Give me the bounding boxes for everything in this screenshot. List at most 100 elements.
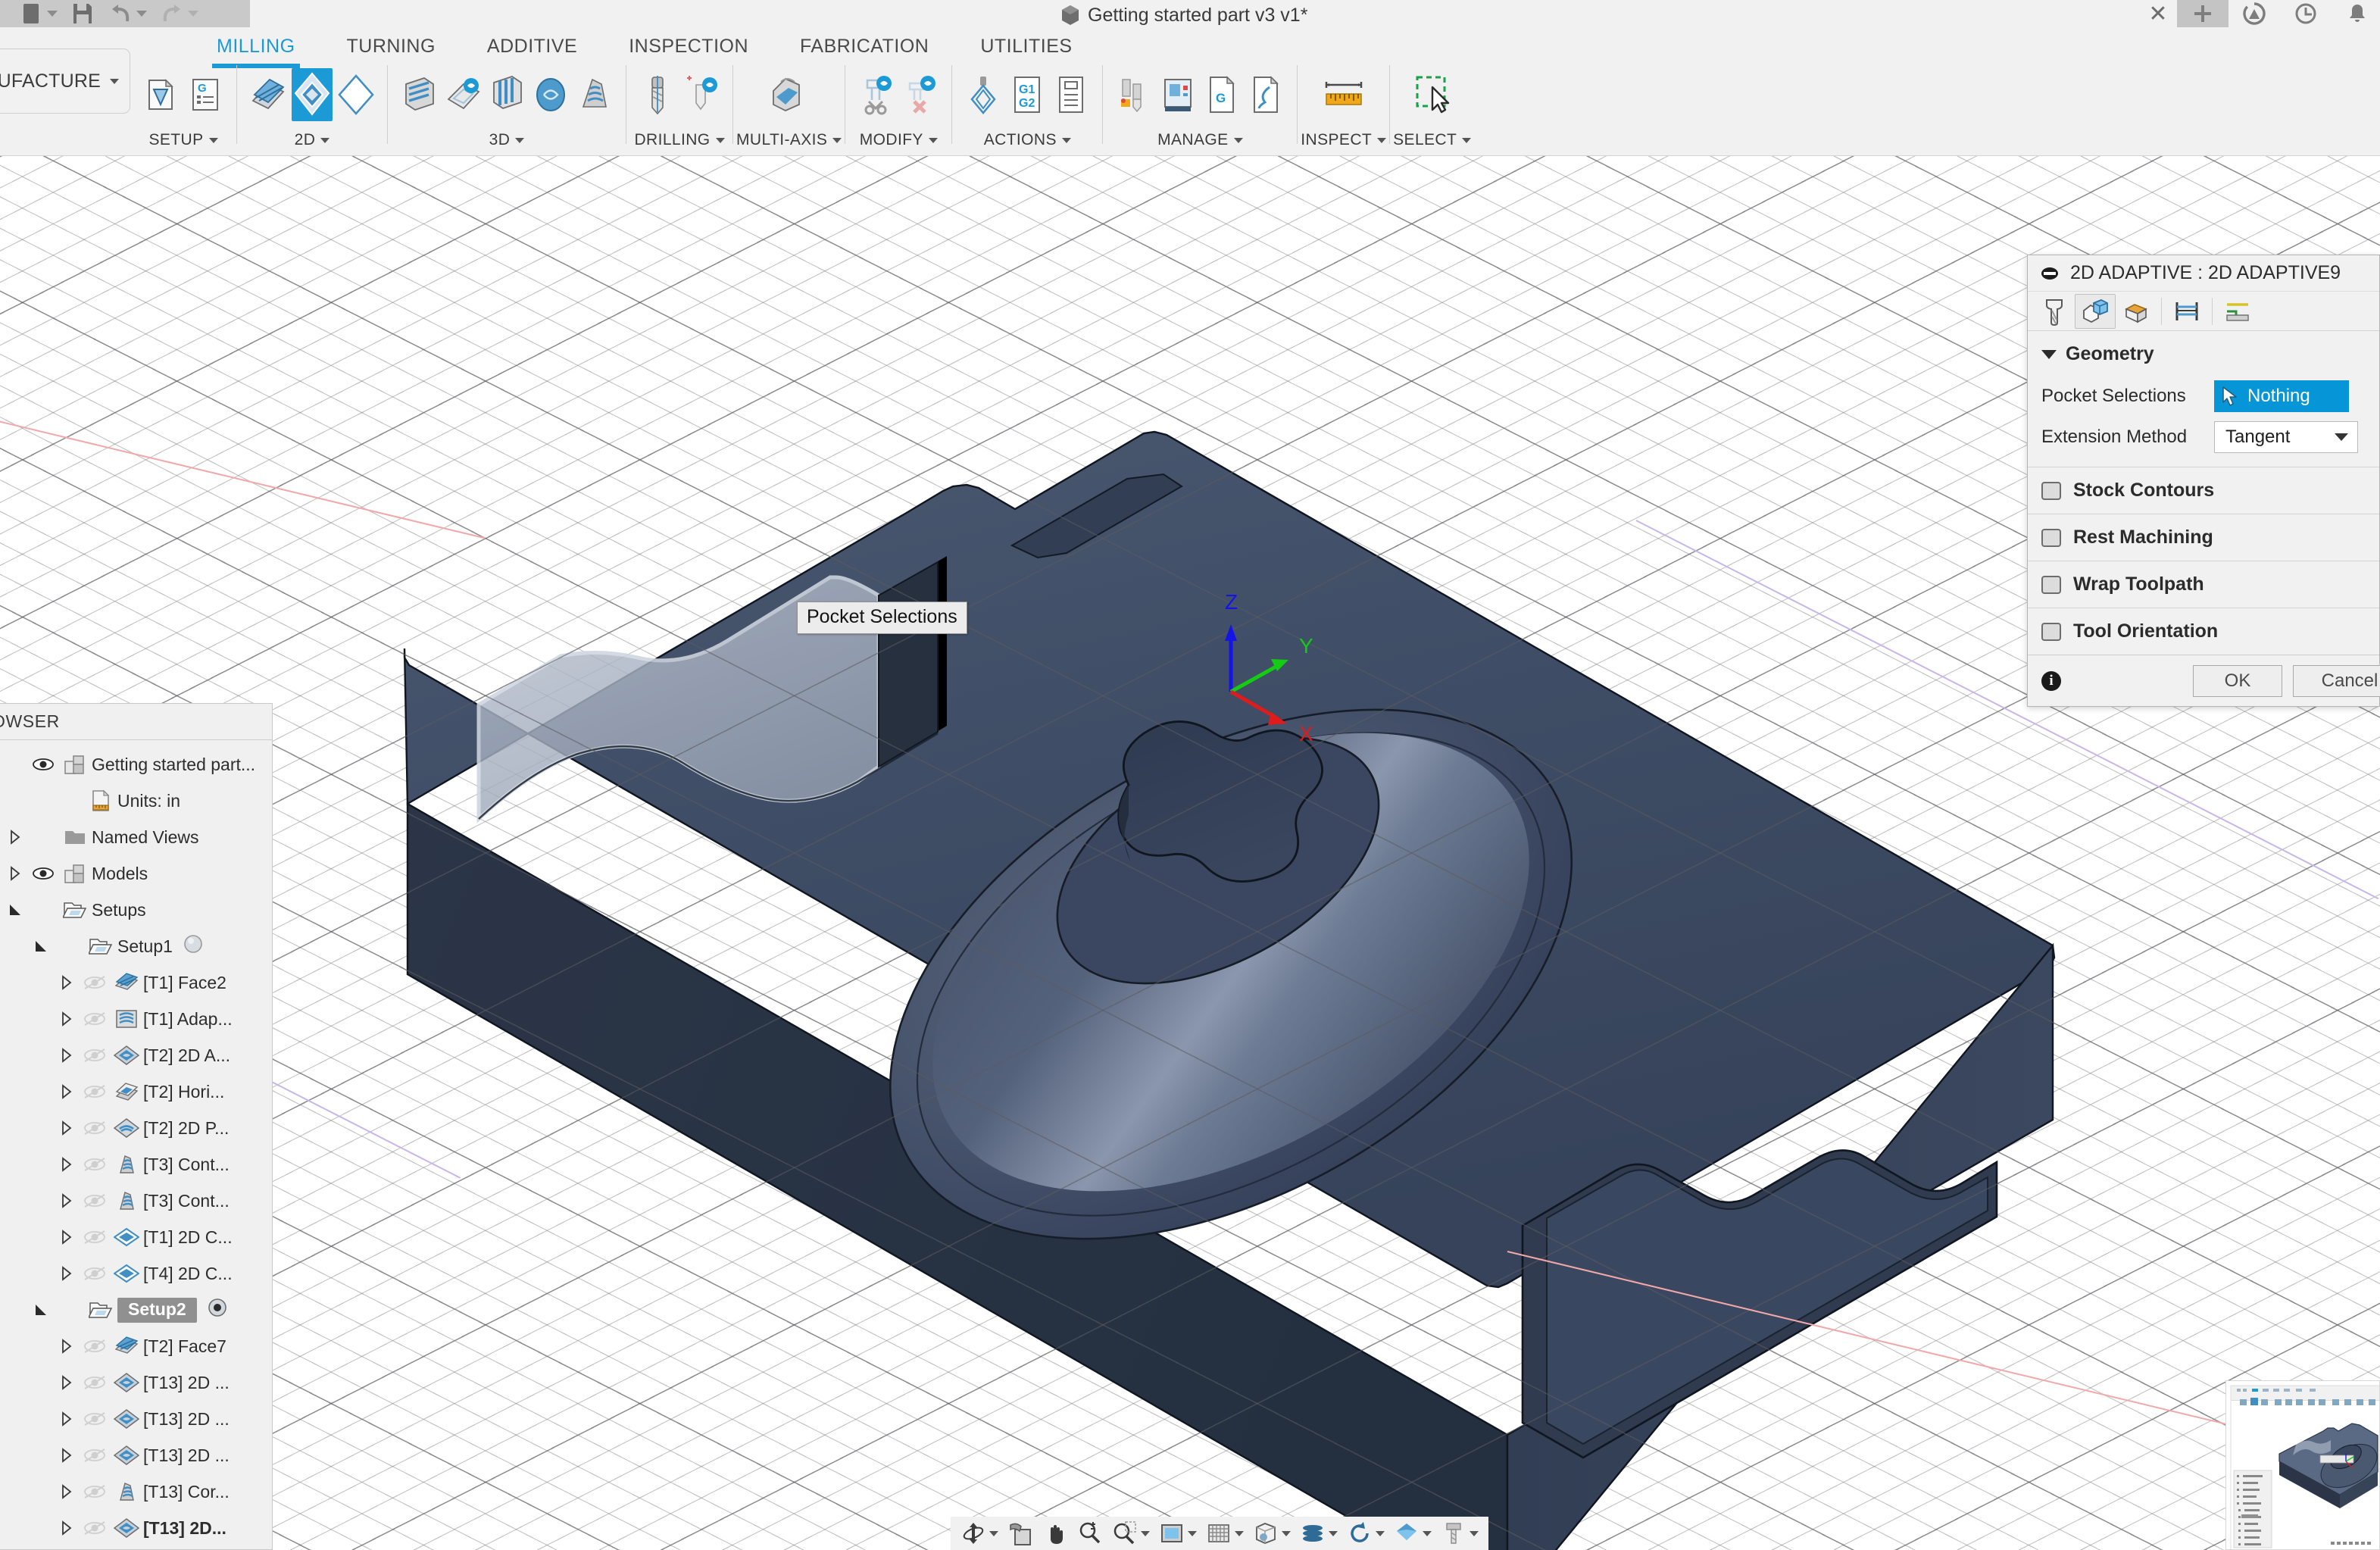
pocket-selections-button[interactable]: Nothing (2214, 380, 2349, 412)
chevron-down-icon[interactable] (716, 138, 725, 143)
browser-tree-row[interactable]: [T13] 2D ... (0, 1437, 272, 1473)
look-at-icon[interactable] (1004, 1518, 1037, 1548)
tool-library-icon[interactable] (856, 68, 897, 121)
add-icon[interactable] (2177, 0, 2229, 27)
eye-hidden-icon[interactable] (80, 1374, 110, 1391)
viewports-icon[interactable] (1249, 1518, 1295, 1548)
adaptive-clearing-icon[interactable] (398, 68, 439, 121)
eye-hidden-icon[interactable] (80, 1047, 110, 1064)
geometry-tab[interactable] (2075, 294, 2116, 329)
setup-sheet-icon[interactable] (1051, 68, 1092, 121)
chevron-down-icon[interactable] (47, 11, 58, 17)
passes-tab[interactable] (2166, 294, 2207, 329)
browser-tree-row[interactable]: [T2] Face7 (0, 1328, 272, 1364)
expand-arrow-icon[interactable] (54, 1119, 80, 1137)
expand-arrow-icon[interactable] (54, 1483, 80, 1501)
chevron-down-icon[interactable] (1329, 1531, 1338, 1536)
face-icon[interactable] (248, 68, 289, 121)
browser-tree-row[interactable]: [T1] Face2 (0, 964, 272, 1001)
zoom-window-icon[interactable] (1108, 1518, 1154, 1548)
tool-orientation-checkbox[interactable] (2041, 623, 2061, 641)
data-panel-icon[interactable] (20, 2, 42, 25)
generate-nc-icon[interactable]: G (185, 68, 226, 121)
tab-additive[interactable]: ADDITIVE (461, 27, 603, 65)
expand-arrow-icon[interactable] (54, 1410, 80, 1428)
chevron-down-icon[interactable] (209, 138, 218, 143)
3d-viewport[interactable]: Z Y X (0, 156, 2380, 1550)
tab-utilities[interactable]: UTILITIES (954, 27, 1098, 65)
rest-machining-row[interactable]: Rest Machining (2028, 514, 2379, 561)
tool-view-icon[interactable] (1437, 1518, 1482, 1548)
tab-milling[interactable]: MILLING (191, 27, 321, 65)
tool-orientation-row[interactable]: Tool Orientation (2028, 608, 2379, 655)
expand-arrow-icon[interactable] (54, 1155, 80, 1173)
display-settings-icon[interactable] (1155, 1518, 1201, 1548)
eye-visible-icon[interactable] (28, 756, 58, 773)
chevron-down-icon[interactable] (1062, 138, 1071, 143)
expand-arrow-icon[interactable] (54, 1228, 80, 1246)
collapse-arrow-icon[interactable] (2, 902, 28, 918)
eye-hidden-icon[interactable] (80, 1120, 110, 1136)
pan-icon[interactable] (1039, 1518, 1072, 1548)
chevron-down-icon[interactable] (1282, 1531, 1291, 1536)
rotate-icon[interactable] (1343, 1518, 1388, 1548)
multi-axis-contour-icon[interactable] (766, 68, 813, 121)
browser-tree-row[interactable]: [T13] 2D ... (0, 1364, 272, 1401)
chevron-down-icon[interactable] (1234, 138, 1243, 143)
expand-arrow-icon[interactable] (54, 973, 80, 992)
tab-inspection[interactable]: INSPECTION (603, 27, 774, 65)
chevron-down-icon[interactable] (136, 11, 147, 17)
chevron-down-icon[interactable] (1141, 1531, 1150, 1536)
cancel-button[interactable]: Cancel (2293, 665, 2380, 697)
geometry-section-header[interactable]: Geometry (2028, 339, 2379, 376)
expand-arrow-icon[interactable] (54, 1192, 80, 1210)
eye-hidden-icon[interactable] (80, 974, 110, 991)
expand-arrow-icon[interactable] (54, 1337, 80, 1355)
orbit-icon[interactable] (957, 1518, 1002, 1548)
delete-toolpath-icon[interactable] (900, 68, 941, 121)
2d-contour-icon[interactable] (336, 68, 376, 121)
browser-tree-row[interactable]: Setups (0, 892, 272, 928)
screenshot-thumbnail-preview[interactable] (2225, 1380, 2380, 1550)
select-window-icon[interactable] (1409, 68, 1456, 121)
tab-fabrication[interactable]: FABRICATION (774, 27, 954, 65)
expand-arrow-icon[interactable] (2, 864, 28, 883)
undo-icon[interactable] (109, 2, 132, 25)
close-document-button[interactable]: ✕ (2145, 2, 2171, 27)
eye-visible-icon[interactable] (28, 865, 58, 882)
browser-tree-row[interactable]: Setup2 (0, 1292, 272, 1328)
rest-machining-checkbox[interactable] (2041, 529, 2061, 547)
redo-icon[interactable] (161, 2, 183, 25)
browser-tree-row[interactable]: Units: in (0, 783, 272, 819)
wrap-toolpath-row[interactable]: Wrap Toolpath (2028, 561, 2379, 608)
eye-hidden-icon[interactable] (80, 1447, 110, 1464)
chevron-down-icon[interactable] (832, 138, 842, 143)
heights-tab[interactable] (2116, 294, 2157, 329)
chevron-down-icon[interactable] (929, 138, 938, 143)
expand-arrow-icon[interactable] (54, 1083, 80, 1101)
browser-tree-row[interactable]: Getting started part... (0, 746, 272, 783)
browser-tree-row[interactable]: [T2] Hori... (0, 1073, 272, 1110)
expand-arrow-icon[interactable] (54, 1373, 80, 1392)
linking-tab[interactable] (2217, 294, 2258, 329)
machine-library-icon[interactable] (1157, 68, 1198, 121)
appearance-icon[interactable] (1390, 1518, 1435, 1548)
browser-tree-row[interactable]: Models (0, 855, 272, 892)
stack-icon[interactable] (1296, 1518, 1341, 1548)
chevron-down-icon[interactable] (188, 11, 198, 17)
expand-arrow-icon[interactable] (54, 1046, 80, 1064)
save-icon[interactable] (71, 2, 94, 25)
chevron-down-icon[interactable] (989, 1531, 998, 1536)
ok-button[interactable]: OK (2193, 665, 2282, 697)
expand-arrow-icon[interactable] (54, 1010, 80, 1028)
browser-tree-row[interactable]: [T13] Cor... (0, 1473, 272, 1510)
collapse-arrow-icon[interactable] (28, 1302, 54, 1318)
pocket-clearing-icon[interactable] (442, 68, 483, 121)
wrap-toolpath-checkbox[interactable] (2041, 576, 2061, 594)
g1g2-post-icon[interactable]: G1 G2 (1007, 68, 1048, 121)
eye-hidden-icon[interactable] (80, 1156, 110, 1173)
eye-hidden-icon[interactable] (80, 1011, 110, 1027)
recent-icon[interactable] (2280, 0, 2332, 27)
browser-tree-row[interactable]: Setup1 (0, 928, 272, 964)
bore-icon[interactable] (681, 68, 722, 121)
